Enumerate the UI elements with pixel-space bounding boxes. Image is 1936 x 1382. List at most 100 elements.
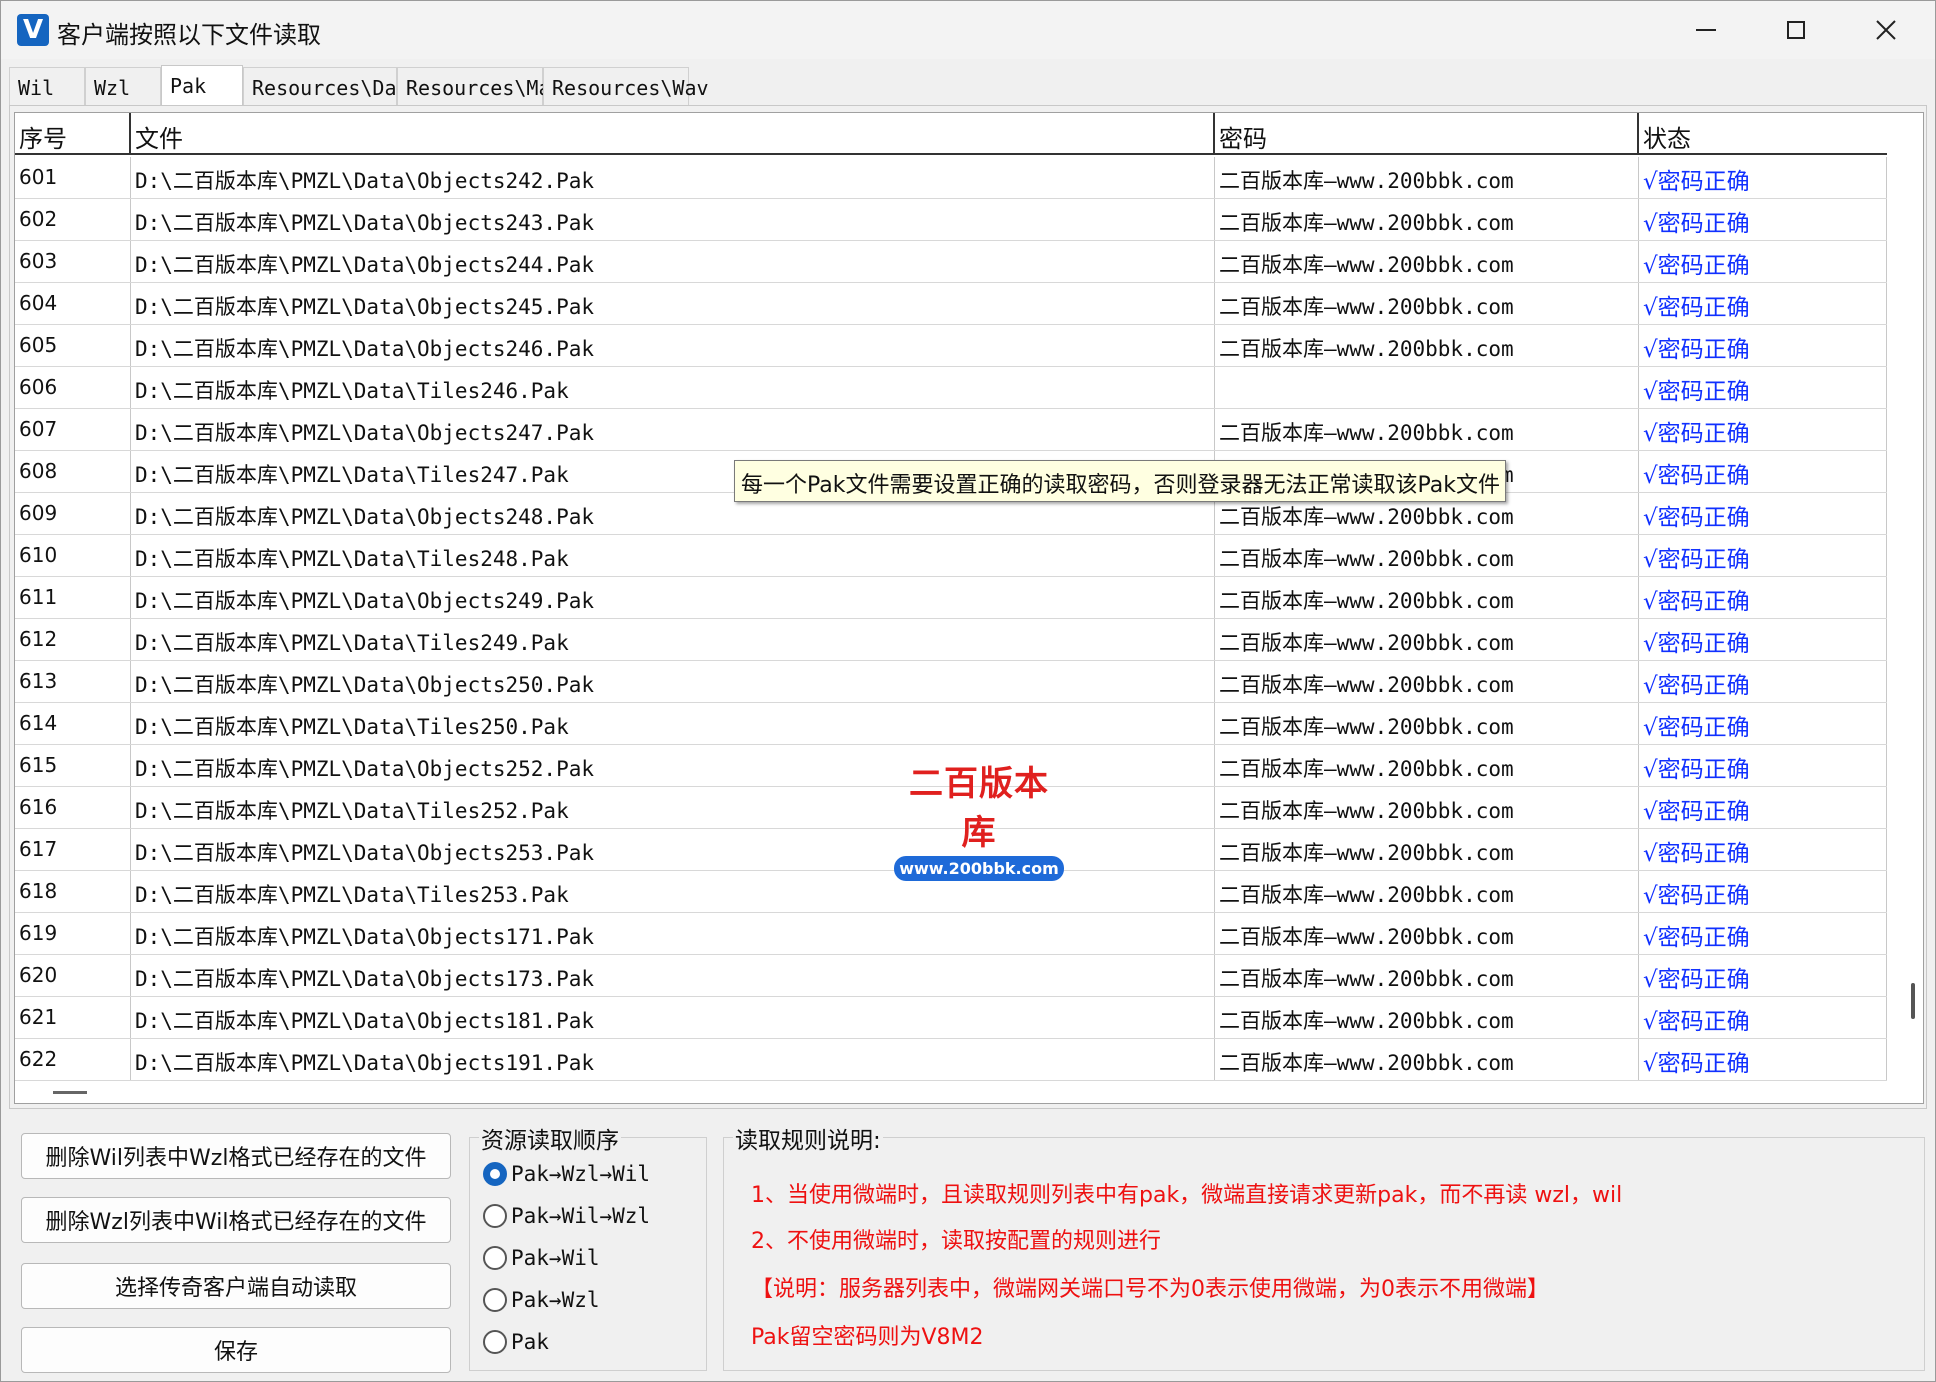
row-file-path: D:\二百版本库\PMZL\Data\Objects246.Pak (131, 325, 1215, 366)
table-row[interactable]: 612 D:\二百版本库\PMZL\Data\Tiles249.Pak 二百版本库—… (15, 619, 1887, 661)
horizontal-scrollbar[interactable] (53, 1091, 87, 1094)
close-button[interactable] (1841, 1, 1931, 59)
row-number: 621 (15, 997, 131, 1038)
row-password: 二百版本库—www.200bbk.com (1215, 661, 1639, 702)
tab-resources-data[interactable]: Resources\Data (243, 67, 421, 105)
row-password: 二百版本库—www.200bbk.com (1215, 409, 1639, 450)
row-status: √密码正确 (1639, 745, 1887, 786)
row-password: 二百版本库—www.200bbk.com (1215, 241, 1639, 282)
delete-wzl-duplicates-button[interactable]: 删除Wzl列表中Wil格式已经存在的文件 (21, 1197, 451, 1243)
row-password: 二百版本库—www.200bbk.com (1215, 577, 1639, 618)
table-row[interactable]: 602 D:\二百版本库\PMZL\Data\Objects243.Pak 二百版本… (15, 199, 1887, 241)
table-row[interactable]: 606 D:\二百版本库\PMZL\Data\Tiles246.Pak √密码正确 (15, 367, 1887, 409)
delete-wil-duplicates-button[interactable]: 删除Wil列表中Wzl格式已经存在的文件 (21, 1133, 451, 1179)
maximize-icon (1787, 21, 1805, 39)
row-number: 617 (15, 829, 131, 870)
row-number: 620 (15, 955, 131, 996)
app-window: V 客户端按照以下文件读取 Wil Wzl Pak Resources\Data… (0, 0, 1936, 1382)
row-file-path: D:\二百版本库\PMZL\Data\Objects243.Pak (131, 199, 1215, 240)
table-row[interactable]: 605 D:\二百版本库\PMZL\Data\Objects246.Pak 二百版本… (15, 325, 1887, 367)
row-password: 二百版本库—www.200bbk.com (1215, 619, 1639, 660)
tab-wil[interactable]: Wil (9, 67, 85, 105)
row-status: √密码正确 (1639, 661, 1887, 702)
radio-pak-wzl[interactable]: Pak→Wzl (483, 1285, 600, 1315)
row-password: 二百版本库—www.200bbk.com (1215, 829, 1639, 870)
save-button[interactable]: 保存 (21, 1327, 451, 1373)
tab-resources-map[interactable]: Resources\Map (397, 67, 563, 105)
row-password (1215, 367, 1639, 408)
row-number: 603 (15, 241, 131, 282)
row-file-path: D:\二百版本库\PMZL\Data\Objects181.Pak (131, 997, 1215, 1038)
radio-pak-wil-wzl[interactable]: Pak→Wil→Wzl (483, 1201, 650, 1231)
row-file-path: D:\二百版本库\PMZL\Data\Objects173.Pak (131, 955, 1215, 996)
table-row[interactable]: 619 D:\二百版本库\PMZL\Data\Objects171.Pak 二百版本… (15, 913, 1887, 955)
column-header-status[interactable]: 状态 (1639, 113, 1887, 153)
file-table[interactable]: 序号 文件 密码 状态 601 D:\二百版本库\PMZL\Data\Object… (14, 112, 1924, 1104)
radio-icon (483, 1288, 507, 1312)
row-file-path: D:\二百版本库\PMZL\Data\Objects245.Pak (131, 283, 1215, 324)
table-row[interactable]: 610 D:\二百版本库\PMZL\Data\Tiles248.Pak 二百版本库—… (15, 535, 1887, 577)
tab-panel-pak: 序号 文件 密码 状态 601 D:\二百版本库\PMZL\Data\Object… (9, 105, 1927, 1109)
vertical-scrollbar[interactable] (1911, 983, 1915, 1019)
row-password: 二百版本库—www.200bbk.com (1215, 913, 1639, 954)
maximize-button[interactable] (1751, 1, 1841, 59)
table-row[interactable]: 603 D:\二百版本库\PMZL\Data\Objects244.Pak 二百版本… (15, 241, 1887, 283)
radio-pak-wil[interactable]: Pak→Wil (483, 1243, 600, 1273)
column-header-password[interactable]: 密码 (1215, 113, 1639, 153)
row-status: √密码正确 (1639, 913, 1887, 954)
row-number: 611 (15, 577, 131, 618)
row-number: 601 (15, 157, 131, 198)
tab-resources-wav[interactable]: Resources\Wav (543, 67, 709, 105)
row-file-path: D:\二百版本库\PMZL\Data\Tiles246.Pak (131, 367, 1215, 408)
table-row[interactable]: 614 D:\二百版本库\PMZL\Data\Tiles250.Pak 二百版本库—… (15, 703, 1887, 745)
table-row[interactable]: 621 D:\二百版本库\PMZL\Data\Objects181.Pak 二百版本… (15, 997, 1887, 1039)
row-status: √密码正确 (1639, 367, 1887, 408)
table-row[interactable]: 620 D:\二百版本库\PMZL\Data\Objects173.Pak 二百版本… (15, 955, 1887, 997)
row-status: √密码正确 (1639, 493, 1887, 534)
column-header-file[interactable]: 文件 (131, 113, 1215, 153)
watermark-url: www.200bbk.com (894, 856, 1064, 881)
row-file-path: D:\二百版本库\PMZL\Data\Objects247.Pak (131, 409, 1215, 450)
row-password: 二百版本库—www.200bbk.com (1215, 871, 1639, 912)
row-file-path: D:\二百版本库\PMZL\Data\Objects171.Pak (131, 913, 1215, 954)
table-row[interactable]: 622 D:\二百版本库\PMZL\Data\Objects191.Pak 二百版本… (15, 1039, 1887, 1081)
radio-pak[interactable]: Pak (483, 1327, 549, 1357)
row-password: 二百版本库—www.200bbk.com (1215, 325, 1639, 366)
table-row[interactable]: 607 D:\二百版本库\PMZL\Data\Objects247.Pak 二百版本… (15, 409, 1887, 451)
close-icon (1876, 20, 1896, 40)
row-status: √密码正确 (1639, 619, 1887, 660)
row-number: 613 (15, 661, 131, 702)
row-file-path: D:\二百版本库\PMZL\Data\Objects244.Pak (131, 241, 1215, 282)
tab-pak[interactable]: Pak (161, 65, 243, 105)
row-number: 622 (15, 1039, 131, 1080)
minimize-button[interactable] (1661, 1, 1751, 59)
row-status: √密码正确 (1639, 283, 1887, 324)
rule-line-2: 2、不使用微端时，读取按配置的规则进行 (751, 1229, 1161, 1254)
radio-selected-icon (483, 1162, 507, 1186)
row-number: 612 (15, 619, 131, 660)
table-row[interactable]: 604 D:\二百版本库\PMZL\Data\Objects245.Pak 二百版本… (15, 283, 1887, 325)
row-status: √密码正确 (1639, 829, 1887, 870)
row-number: 602 (15, 199, 131, 240)
row-status: √密码正确 (1639, 409, 1887, 450)
tooltip: 每一个Pak文件需要设置正确的读取密码，否则登录器无法正常读取该Pak文件 (734, 460, 1507, 502)
title-bar: V 客户端按照以下文件读取 (1, 1, 1935, 59)
row-status: √密码正确 (1639, 325, 1887, 366)
row-number: 615 (15, 745, 131, 786)
row-number: 606 (15, 367, 131, 408)
row-number: 610 (15, 535, 131, 576)
tab-bar: Wil Wzl Pak Resources\Data Resources\Map… (9, 65, 709, 105)
table-row[interactable]: 601 D:\二百版本库\PMZL\Data\Objects242.Pak 二百版本… (15, 157, 1887, 199)
row-password: 二百版本库—www.200bbk.com (1215, 745, 1639, 786)
row-number: 608 (15, 451, 131, 492)
radio-pak-wzl-wil[interactable]: Pak→Wzl→Wil (483, 1159, 650, 1189)
auto-read-client-button[interactable]: 选择传奇客户端自动读取 (21, 1263, 451, 1309)
tab-wzl[interactable]: Wzl (85, 67, 161, 105)
column-header-no[interactable]: 序号 (15, 113, 131, 153)
row-file-path: D:\二百版本库\PMZL\Data\Objects191.Pak (131, 1039, 1215, 1080)
watermark-title: 二百版本库 (909, 764, 1049, 853)
rule-pak-password: Pak留空密码则为V8M2 (751, 1325, 984, 1350)
table-row[interactable]: 611 D:\二百版本库\PMZL\Data\Objects249.Pak 二百版本… (15, 577, 1887, 619)
row-status: √密码正确 (1639, 703, 1887, 744)
table-row[interactable]: 613 D:\二百版本库\PMZL\Data\Objects250.Pak 二百版本… (15, 661, 1887, 703)
